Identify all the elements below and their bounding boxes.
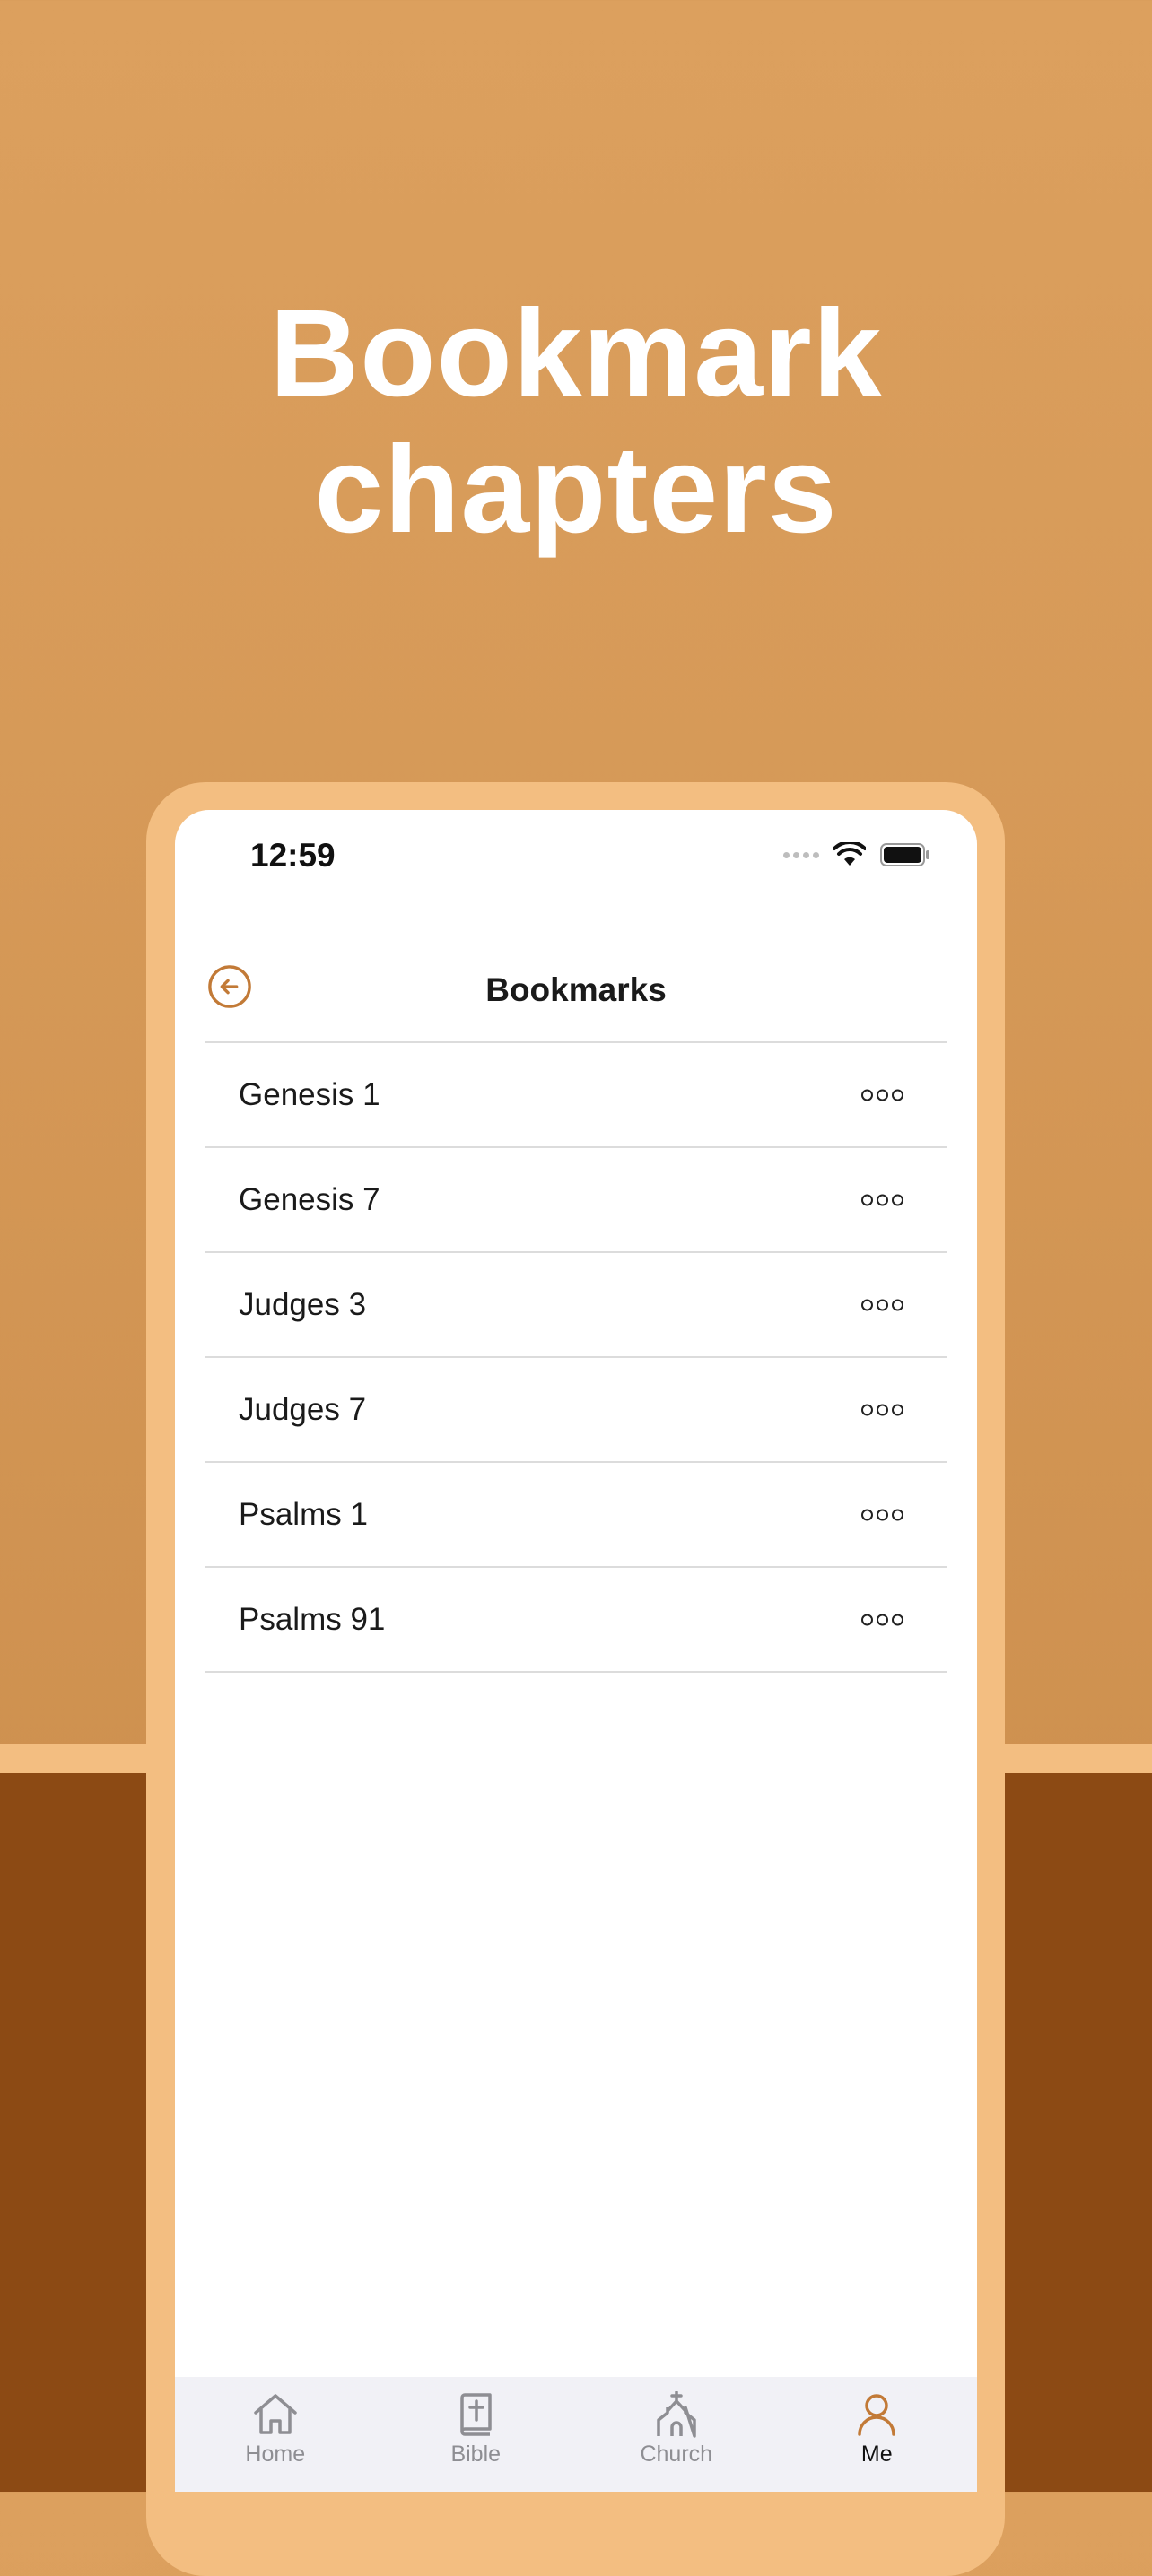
wifi-icon (833, 842, 866, 867)
hero-line-1: Bookmark (269, 284, 883, 422)
hero-headline: Bookmark chapters (0, 285, 1152, 558)
more-options-icon[interactable] (854, 1292, 911, 1318)
more-options-icon[interactable] (854, 1187, 911, 1213)
list-item[interactable]: Genesis 7 (205, 1148, 947, 1253)
signal-icon (783, 851, 819, 858)
list-item[interactable]: Psalms 1 (205, 1463, 947, 1568)
list-item-label: Psalms 1 (239, 1496, 368, 1532)
tab-label: Bible (450, 2441, 502, 2467)
tab-label: Church (640, 2441, 713, 2467)
status-time: 12:59 (250, 837, 336, 874)
more-options-icon[interactable] (854, 1606, 911, 1632)
home-icon (252, 2391, 299, 2438)
person-icon (857, 2391, 896, 2438)
list-item-label: Genesis 1 (239, 1076, 380, 1112)
more-options-icon[interactable] (854, 1501, 911, 1527)
bible-icon (458, 2391, 493, 2438)
battery-icon (880, 843, 930, 866)
phone-screen: 12:59 Bookmarks Genesis 1 Genesis 7 Judg… (175, 810, 977, 2492)
bookmark-list: Genesis 1 Genesis 7 Judges 3 Judges 7 Ps… (205, 1041, 947, 1673)
nav-bar: Bookmarks (175, 944, 977, 1043)
list-item[interactable]: Judges 3 (205, 1253, 947, 1358)
tab-home[interactable]: Home (175, 2377, 376, 2492)
tab-bar: Home Bible Church Me (175, 2377, 977, 2492)
more-options-icon[interactable] (854, 1082, 911, 1108)
tab-bible[interactable]: Bible (376, 2377, 577, 2492)
tab-me[interactable]: Me (777, 2377, 978, 2492)
list-item[interactable]: Psalms 91 (205, 1568, 947, 1673)
list-item-label: Judges 3 (239, 1286, 367, 1322)
tab-church[interactable]: Church (576, 2377, 777, 2492)
list-item[interactable]: Genesis 1 (205, 1043, 947, 1148)
list-item[interactable]: Judges 7 (205, 1358, 947, 1463)
list-item-label: Psalms 91 (239, 1601, 386, 1637)
page-title: Bookmarks (485, 971, 667, 1008)
more-options-icon[interactable] (854, 1397, 911, 1423)
list-item-label: Judges 7 (239, 1391, 367, 1427)
hero-line-2: chapters (314, 421, 838, 559)
church-icon (655, 2391, 698, 2438)
tab-label: Home (245, 2441, 306, 2467)
status-icons (783, 842, 930, 867)
tab-label: Me (860, 2441, 893, 2467)
list-item-label: Genesis 7 (239, 1181, 380, 1217)
